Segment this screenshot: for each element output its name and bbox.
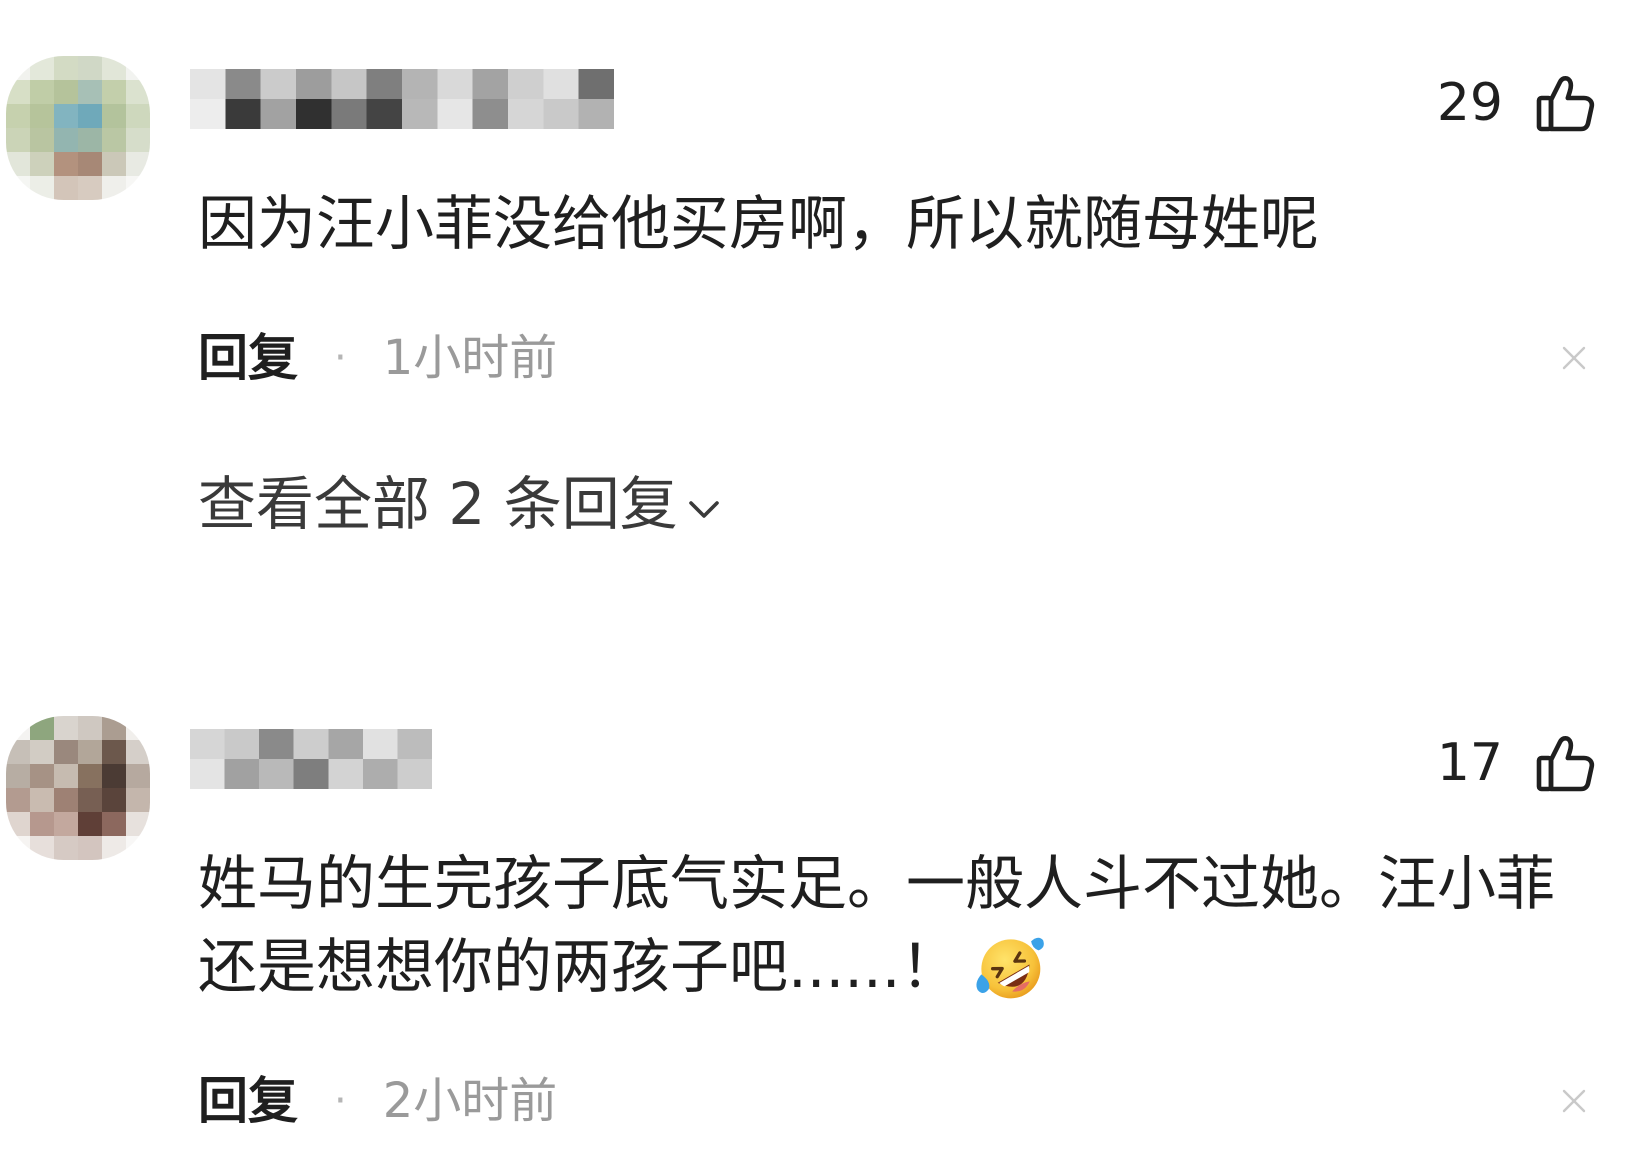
avatar[interactable] [6, 716, 150, 860]
avatar[interactable] [6, 56, 150, 200]
chevron-down-icon [688, 501, 719, 518]
comment-item: 17 姓马的生完孩子底气实足。一般人斗不过她。汪小菲还是想想你的两孩子吧....… [0, 660, 1631, 1160]
comment-item: 29 因为汪小菲没给他买房啊，所以就随母姓呢 回复 · 1小时前 查看全部 2 … [0, 0, 1631, 538]
comment-body: 姓马的生完孩子底气实足。一般人斗不过她。汪小菲还是想想你的两孩子吧......！ [198, 842, 1587, 1131]
view-all-replies-label: 查看全部 2 条回复 [198, 470, 678, 538]
laughing-crying-emoji-icon [972, 932, 1046, 1002]
reply-button[interactable]: 回复 [198, 1071, 298, 1131]
thumbs-up-icon [1536, 736, 1595, 792]
view-all-replies-button[interactable]: 查看全部 2 条回复 [198, 470, 722, 538]
close-icon[interactable] [1561, 1088, 1587, 1114]
comment-text: 姓马的生完孩子底气实足。一般人斗不过她。汪小菲还是想想你的两孩子吧......！ [198, 849, 1556, 1001]
like-button[interactable]: 17 [1437, 732, 1596, 794]
like-button[interactable]: 29 [1437, 72, 1596, 134]
comment-text-container: 姓马的生完孩子底气实足。一般人斗不过她。汪小菲还是想想你的两孩子吧......！ [198, 842, 1587, 1008]
comment-body: 因为汪小菲没给他买房啊，所以就随母姓呢 回复 · 1小时前 查看全部 2 条回复 [198, 182, 1587, 538]
comment-actions: 回复 · 1小时前 [198, 328, 1587, 388]
timestamp: 1小时前 [382, 330, 558, 386]
comment-text-container: 因为汪小菲没给他买房啊，所以就随母姓呢 [198, 182, 1587, 265]
comment-actions: 回复 · 2小时前 [198, 1071, 1587, 1131]
thumbs-up-icon [1536, 76, 1595, 132]
timestamp: 2小时前 [382, 1073, 558, 1129]
reply-button[interactable]: 回复 [198, 328, 298, 388]
separator-dot: · [334, 335, 347, 381]
username[interactable] [190, 69, 614, 129]
comment-text: 因为汪小菲没给他买房啊，所以就随母姓呢 [198, 189, 1320, 258]
like-count: 17 [1436, 733, 1503, 793]
like-count: 29 [1436, 73, 1503, 133]
separator-dot: · [334, 1078, 347, 1124]
close-icon[interactable] [1561, 345, 1587, 371]
username[interactable] [190, 729, 432, 789]
